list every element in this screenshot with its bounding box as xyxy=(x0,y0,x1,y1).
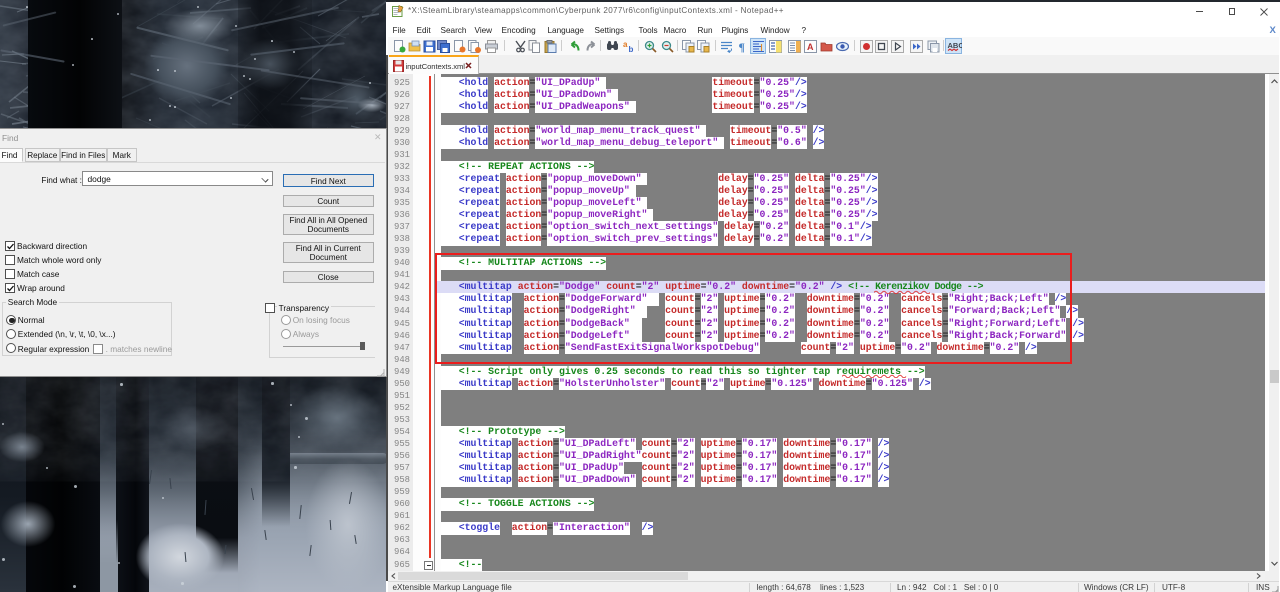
svg-text:¶: ¶ xyxy=(739,40,745,53)
svg-text:b: b xyxy=(629,45,634,53)
svg-text:a: a xyxy=(623,40,628,49)
svg-text:A: A xyxy=(807,42,814,52)
